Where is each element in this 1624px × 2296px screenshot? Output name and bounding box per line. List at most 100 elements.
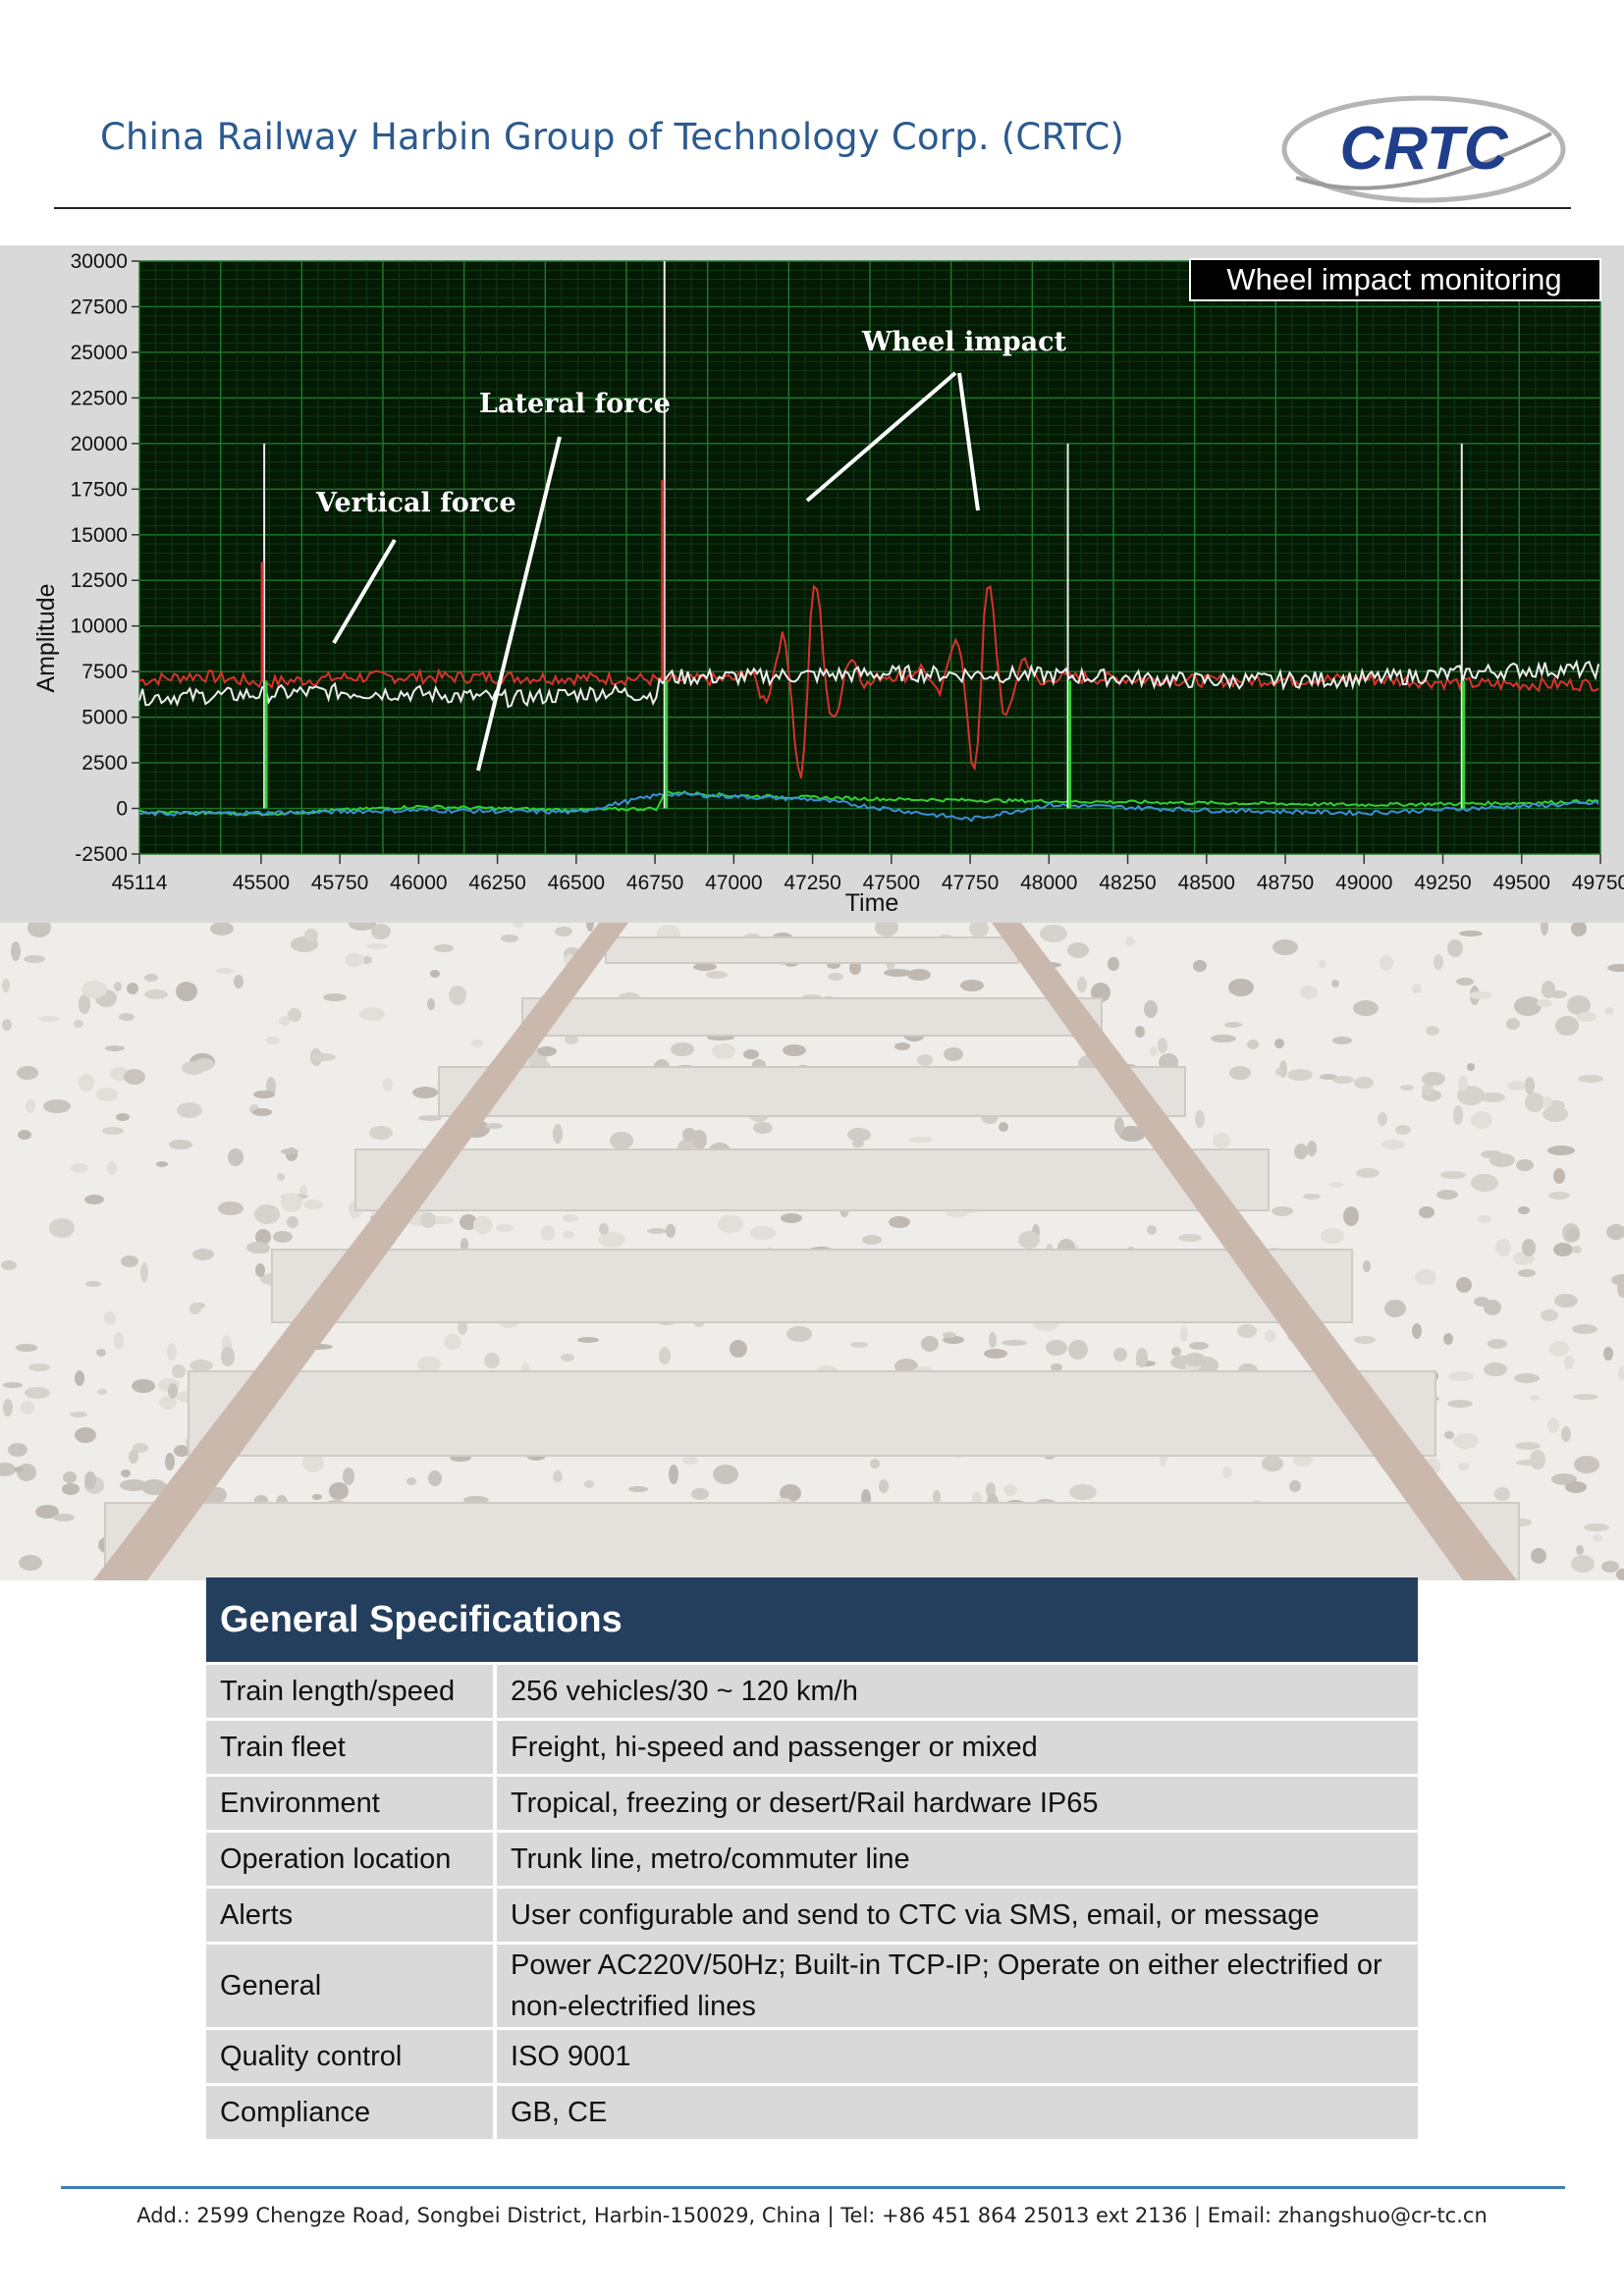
ballast-stone bbox=[132, 1379, 155, 1393]
ballast-stone bbox=[24, 955, 45, 963]
ballast-stone bbox=[1514, 996, 1542, 1016]
ballast-stone bbox=[1381, 1140, 1405, 1149]
ballast-stone bbox=[1573, 1394, 1598, 1400]
ballast-stone bbox=[577, 1337, 599, 1343]
ballast-stone bbox=[1456, 1277, 1472, 1293]
ballast-stone bbox=[917, 1054, 933, 1066]
spec-value: GB, CE bbox=[497, 2083, 1418, 2139]
spec-key: Environment bbox=[206, 1774, 497, 1830]
ballast-stone bbox=[70, 1412, 87, 1417]
ballast-stone bbox=[1247, 1040, 1259, 1049]
ballast-stone bbox=[1275, 1068, 1283, 1076]
x-tick-label: 47000 bbox=[705, 872, 762, 894]
track-sleeper bbox=[104, 1502, 1520, 1580]
ballast-stone bbox=[167, 1343, 177, 1361]
ballast-stone bbox=[1574, 1456, 1599, 1473]
ballast-stone bbox=[252, 1108, 272, 1116]
ballast-stone bbox=[1237, 1324, 1257, 1338]
ballast-stone bbox=[1458, 1463, 1470, 1470]
spec-value: 256 vehicles/30 ~ 120 km/h bbox=[497, 1662, 1418, 1718]
ballast-stone bbox=[1467, 1063, 1475, 1071]
ballast-stone bbox=[1426, 1026, 1439, 1036]
ballast-stone bbox=[303, 1200, 323, 1209]
x-tick-label: 49000 bbox=[1335, 872, 1392, 894]
ballast-stone bbox=[14, 1467, 24, 1472]
ballast-stone bbox=[25, 1387, 50, 1399]
ballast-stone bbox=[1448, 1371, 1474, 1381]
ballast-stone bbox=[682, 1457, 698, 1465]
ballast-stone bbox=[430, 970, 440, 978]
ballast-stone bbox=[921, 1336, 939, 1352]
ballast-stone bbox=[1178, 1234, 1202, 1242]
ballast-stone bbox=[144, 989, 168, 999]
chart-title: Wheel impact monitoring bbox=[1226, 262, 1561, 296]
ballast-stone bbox=[11, 941, 21, 961]
ballast-stone bbox=[434, 944, 454, 952]
ballast-stone bbox=[1180, 1326, 1188, 1342]
ballast-stone bbox=[1321, 1228, 1344, 1244]
ballast-stone bbox=[1444, 1431, 1454, 1439]
ballast-stone bbox=[1354, 1077, 1374, 1089]
ballast-stone bbox=[753, 1122, 773, 1134]
ballast-stone bbox=[1144, 1000, 1158, 1018]
ballast-stone bbox=[1459, 931, 1483, 936]
y-tick-label: 0 bbox=[116, 798, 128, 821]
ballast-stone bbox=[862, 1235, 882, 1245]
ballast-stone bbox=[1543, 1096, 1552, 1108]
ballast-stone bbox=[666, 1224, 676, 1238]
ballast-stone bbox=[1471, 1111, 1492, 1129]
x-tick-label: 48250 bbox=[1099, 872, 1156, 894]
ballast-stone bbox=[1113, 1348, 1127, 1362]
ballast-stone bbox=[121, 1469, 131, 1477]
ballast-stone bbox=[909, 1137, 933, 1143]
ballast-stone bbox=[168, 1383, 178, 1399]
ballast-stone bbox=[304, 929, 318, 942]
ballast-stone bbox=[345, 953, 364, 967]
track-sleeper bbox=[354, 1148, 1270, 1211]
ballast-stone bbox=[1525, 1093, 1544, 1112]
footer-contact: Add.: 2599 Chengze Road, Songbei Distric… bbox=[136, 2204, 1488, 2227]
ballast-stone bbox=[1294, 1144, 1308, 1159]
y-tick-label: -2500 bbox=[75, 843, 128, 866]
ballast-stone bbox=[852, 1140, 864, 1148]
y-tick-label: 20000 bbox=[71, 433, 128, 455]
ballast-stone bbox=[1447, 1400, 1473, 1408]
ballast-stone bbox=[610, 1132, 633, 1149]
ballast-stone bbox=[176, 982, 197, 1001]
spec-key: Compliance bbox=[206, 2083, 497, 2139]
track-sleeper bbox=[438, 1066, 1186, 1117]
ballast-stone bbox=[312, 1494, 322, 1500]
ballast-stone bbox=[1114, 1117, 1124, 1135]
ballast-stone bbox=[1332, 1037, 1352, 1044]
company-title: China Railway Harbin Group of Technology… bbox=[100, 116, 1124, 158]
x-axis-label: Time bbox=[845, 889, 899, 917]
spec-row: Quality control ISO 9001 bbox=[206, 2027, 1418, 2083]
ballast-stone bbox=[84, 1471, 96, 1489]
ballast-stone bbox=[53, 1514, 75, 1522]
ballast-stone bbox=[1171, 1347, 1181, 1357]
ballast-stone bbox=[1068, 1340, 1088, 1360]
ballast-stone bbox=[1530, 1395, 1540, 1401]
ballast-stone bbox=[1, 1260, 17, 1270]
ballast-stone bbox=[1272, 939, 1298, 955]
ballast-stone bbox=[43, 1099, 71, 1113]
ballast-stone bbox=[1184, 1353, 1206, 1366]
ballast-stone bbox=[828, 973, 843, 981]
ballast-stone bbox=[79, 1074, 94, 1092]
ballast-stone bbox=[1481, 1150, 1502, 1158]
ballast-stone bbox=[38, 1016, 60, 1022]
ballast-stone bbox=[879, 1479, 889, 1493]
ballast-stone bbox=[1003, 1484, 1017, 1496]
ballast-stone bbox=[174, 1445, 189, 1457]
ballast-stone bbox=[960, 980, 984, 991]
ballast-stone bbox=[1548, 1192, 1570, 1200]
ballast-stone bbox=[1484, 1362, 1507, 1376]
ballast-stone bbox=[253, 1091, 275, 1098]
ballast-stone bbox=[1332, 1076, 1354, 1084]
ballast-stone bbox=[541, 1225, 555, 1241]
ballast-stone bbox=[1272, 1206, 1293, 1216]
ballast-stone bbox=[1331, 980, 1339, 988]
ballast-stone bbox=[850, 1342, 868, 1348]
ballast-stone bbox=[412, 1087, 438, 1098]
ballast-stone bbox=[584, 1480, 594, 1488]
